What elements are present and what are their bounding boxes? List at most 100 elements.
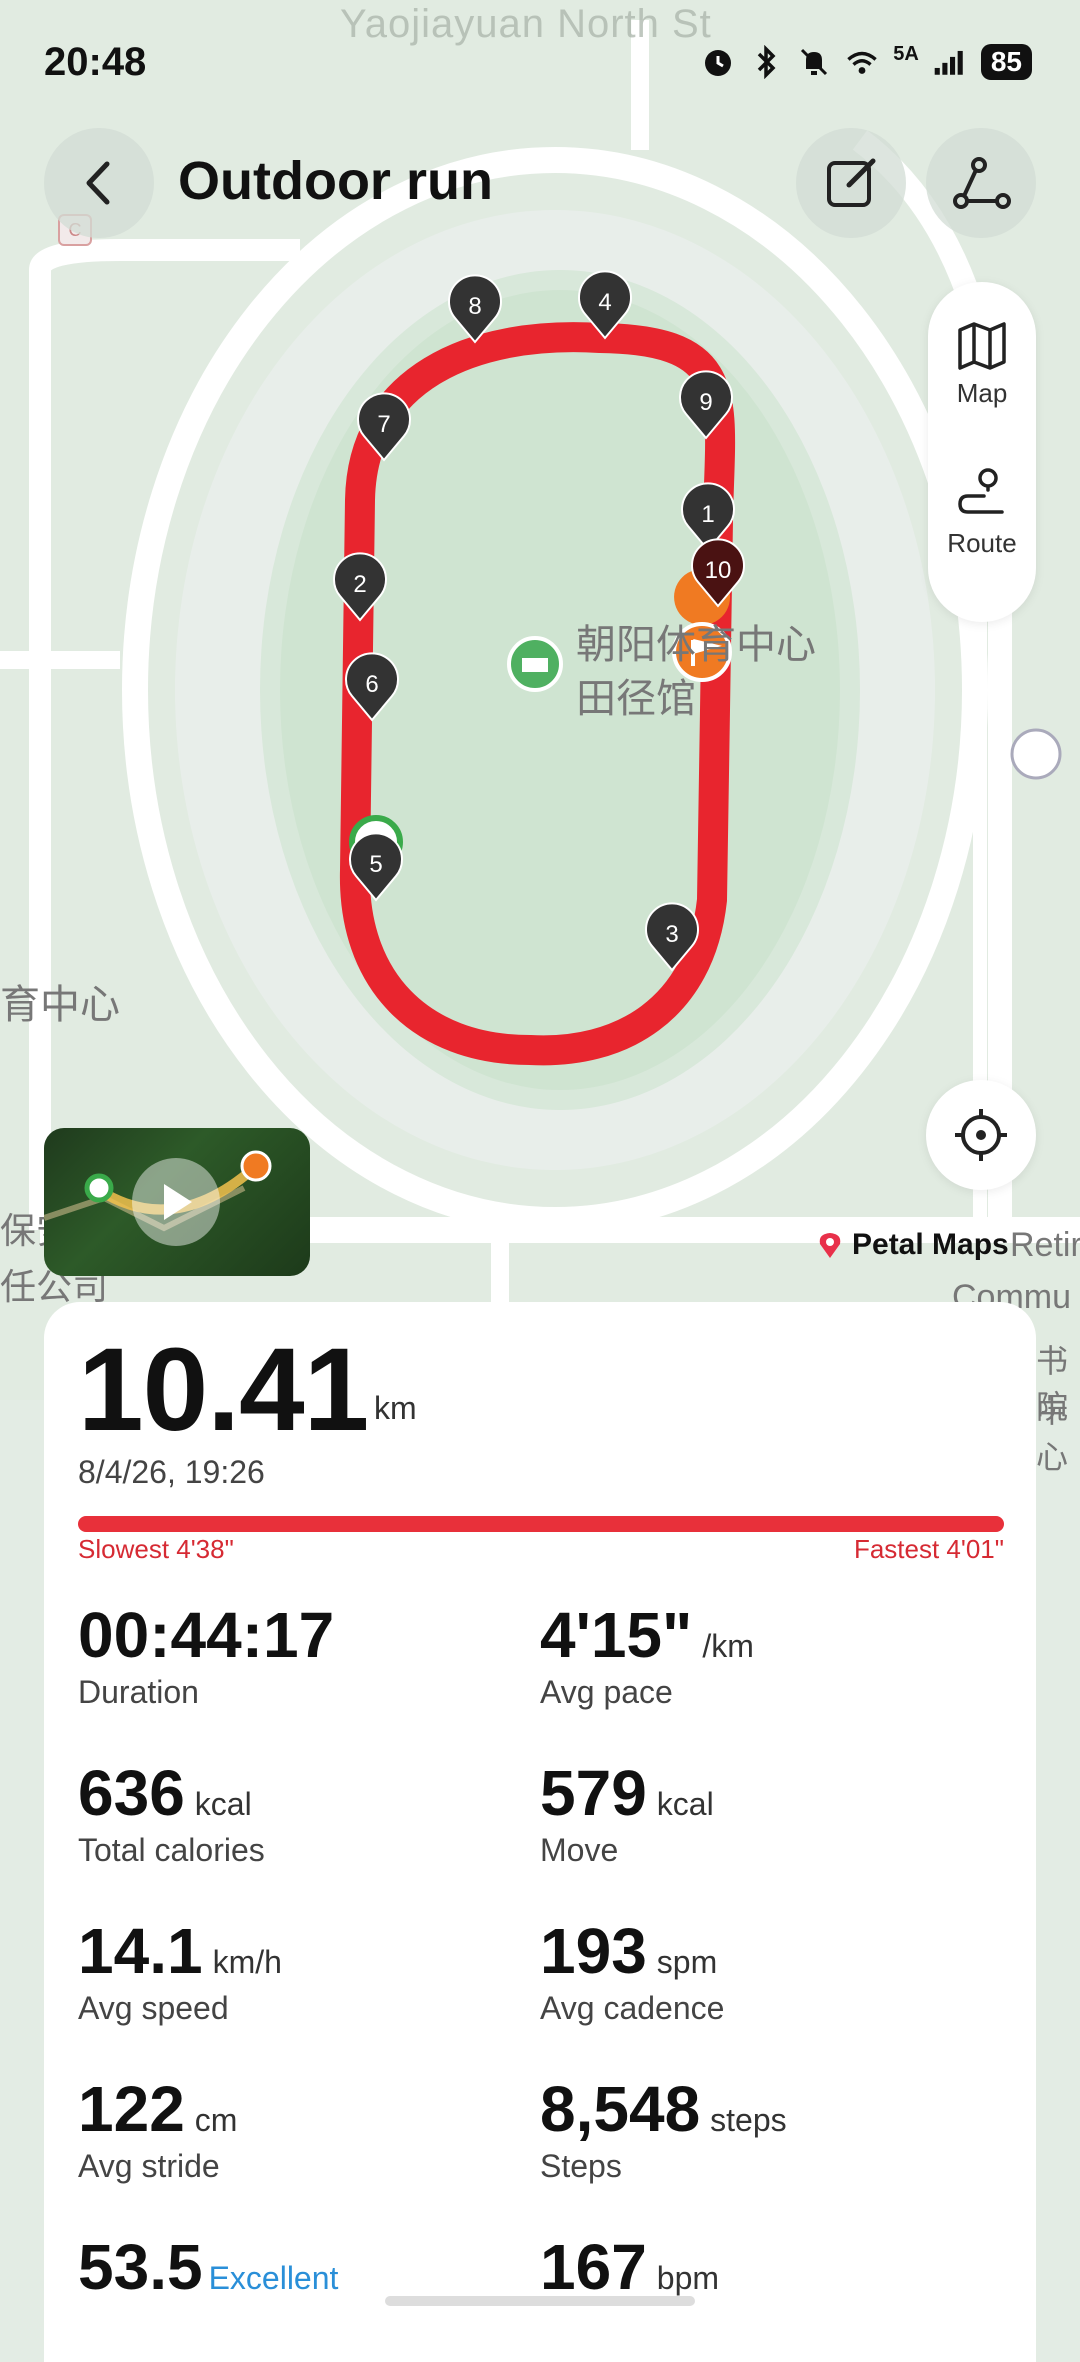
km-marker-6: 6 [345, 652, 399, 722]
stat-running-index: 53.5 Excellent [78, 2230, 338, 2304]
signal-icon [933, 45, 967, 79]
distance-unit: km [374, 1390, 417, 1426]
route-label: Route [947, 528, 1017, 558]
stat-duration: 00:44:17 Duration [78, 1598, 344, 1711]
stat-avg-cadence: 193 spm Avg cadence [540, 1914, 724, 2027]
right-area-label-4: 中心 [1036, 1393, 1069, 1475]
network-type: 5A [893, 42, 919, 65]
back-button[interactable] [44, 128, 154, 238]
stat-move: 579 kcal Move [540, 1756, 714, 1869]
stat-value: 4'15" [540, 1599, 693, 1671]
stat-unit: spm [656, 1944, 718, 1980]
map-style-label: Map [956, 378, 1008, 408]
stat-value: 00:44:17 [78, 1599, 335, 1671]
stat-rating: Excellent [208, 2260, 339, 2296]
play-icon [164, 1184, 192, 1220]
stat-total-calories: 636 kcal Total calories [78, 1756, 265, 1869]
stat-unit: kcal [656, 1786, 714, 1822]
km-marker-4: 4 [578, 270, 632, 340]
alarm-icon [701, 45, 735, 79]
fastest-pace: Fastest 4'01" [853, 1534, 1004, 1564]
route-share-icon [953, 157, 1011, 209]
stat-unit: km/h [212, 1944, 282, 1980]
stat-value: 53.5 [78, 2231, 203, 2303]
page-title: Outdoor run [178, 151, 493, 211]
km-marker-label: 10 [705, 557, 732, 584]
stat-label: Duration [78, 1674, 199, 1710]
km-marker-9: 9 [679, 370, 733, 440]
map-controls-panel: Map Route [928, 282, 1036, 622]
petal-maps-logo-icon [819, 1233, 841, 1258]
km-marker-label: 5 [369, 851, 382, 878]
replay-thumbnail[interactable] [44, 1128, 310, 1276]
stat-label: Avg speed [78, 1990, 229, 2026]
stat-value: 167 [540, 2231, 647, 2303]
km-marker-label: 2 [353, 571, 366, 598]
wifi-icon [845, 45, 879, 79]
km-marker-8: 8 [448, 274, 502, 344]
mute-icon [797, 45, 831, 79]
stat-unit: cm [194, 2102, 238, 2138]
edit-button[interactable] [796, 128, 906, 238]
crosshair-icon [955, 1109, 1007, 1161]
stat-avg-stride: 122 cm Avg stride [78, 2072, 237, 2185]
map-icon [958, 322, 1006, 370]
stat-avg-pace: 4'15"/km Avg pace [540, 1598, 754, 1711]
stat-heart-rate: 167 bpm [540, 2230, 719, 2304]
battery-indicator: 85 [980, 44, 1032, 80]
stat-unit: kcal [194, 1786, 252, 1822]
distance-value: 10.41 [78, 1324, 369, 1456]
km-marker-2: 2 [333, 552, 387, 622]
left-area-label: 育中心 [0, 983, 120, 1027]
stat-label: Avg cadence [540, 1990, 725, 2026]
play-button[interactable] [132, 1158, 220, 1246]
attribution-text: Petal Maps [852, 1228, 1009, 1261]
bluetooth-icon [749, 45, 783, 79]
km-marker-label: 4 [598, 289, 611, 316]
stat-value: 636 [78, 1757, 185, 1829]
share-route-button[interactable] [926, 128, 1036, 238]
workout-summary-card: 10.41 km 8/4/26, 19:26 Slowest 4'38" Fas… [44, 1302, 1036, 2362]
edit-icon [827, 158, 876, 207]
stat-steps: 8,548 steps Steps [540, 2072, 787, 2185]
venue-label-line1: 朝阳体育中心 [576, 623, 816, 667]
km-marker-5: 5 [349, 832, 403, 902]
status-time: 20:48 [44, 40, 147, 84]
stat-value: 14.1 [78, 1915, 203, 1987]
km-marker-label: 9 [699, 389, 712, 416]
km-marker-label: 6 [365, 671, 378, 698]
locate-button[interactable] [926, 1080, 1036, 1190]
slowest-pace: Slowest 4'38" [78, 1534, 234, 1564]
stat-label: Avg stride [78, 2148, 220, 2184]
km-marker-3: 3 [645, 902, 699, 972]
map-style-button[interactable]: Map [928, 320, 1036, 409]
km-marker-label: 3 [665, 921, 678, 948]
route-button[interactable]: Route [928, 466, 1036, 559]
stat-value: 579 [540, 1757, 647, 1829]
chevron-left-icon [86, 161, 110, 205]
km-marker-label: 1 [701, 501, 714, 528]
stat-label: Avg pace [540, 1674, 673, 1710]
street-label: Yaojiayuan North St [340, 2, 712, 46]
stat-value: 193 [540, 1915, 647, 1987]
right-area-label-1: Retirem [1010, 1226, 1080, 1264]
stat-value: 8,548 [540, 2073, 701, 2145]
route-icon [958, 468, 1004, 514]
km-marker-label: 7 [377, 411, 390, 438]
stat-unit: /km [702, 1628, 754, 1664]
status-icons: 5A 85 [701, 42, 1032, 80]
venue-label-line2: 田径馆 [576, 677, 696, 721]
stat-unit: steps [710, 2102, 787, 2138]
stat-value: 122 [78, 2073, 185, 2145]
km-marker-7: 7 [357, 392, 411, 462]
km-marker-10: 10 [691, 538, 745, 608]
stat-label: Move [540, 1832, 619, 1868]
home-indicator[interactable] [385, 2296, 695, 2306]
map-attribution: Petal Maps [816, 1228, 1009, 1262]
stat-label: Steps [540, 2148, 622, 2184]
pace-range-bar [78, 1516, 1004, 1532]
stat-unit: bpm [656, 2260, 720, 2296]
stat-avg-speed: 14.1 km/h Avg speed [78, 1914, 282, 2027]
km-marker-label: 8 [468, 293, 481, 320]
stat-label: Total calories [78, 1832, 265, 1868]
